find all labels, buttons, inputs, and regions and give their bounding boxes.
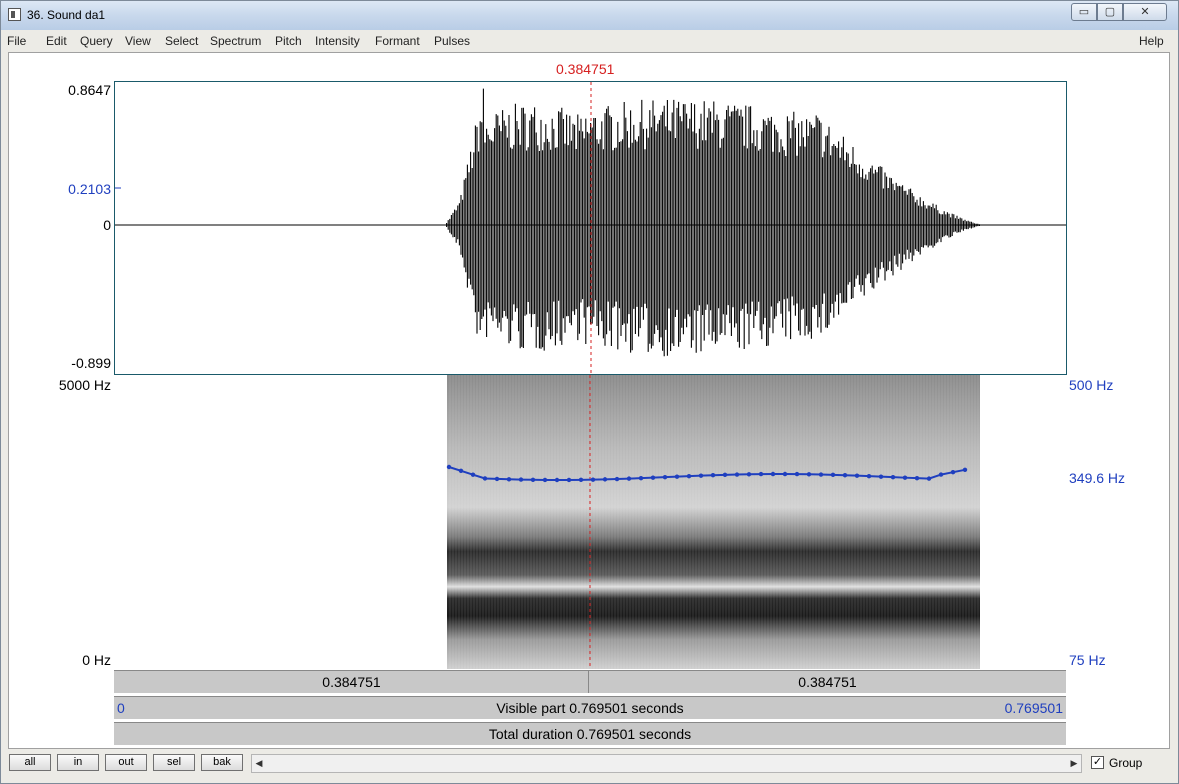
menu-pulses[interactable]: Pulses [434, 34, 470, 48]
pitch-point [458, 468, 464, 474]
pitch-point [866, 473, 872, 479]
pitch-point [938, 472, 944, 477]
pitch-point [698, 473, 704, 478]
pitch-point [830, 472, 836, 478]
pitch-point [530, 477, 536, 482]
zoom-sel-button[interactable]: sel [153, 754, 195, 771]
pitch-point [806, 472, 812, 477]
pitch-point [542, 477, 548, 483]
wave-max-label: 0.8647 [68, 82, 111, 98]
minimize-button[interactable]: ▭ [1071, 3, 1097, 21]
maximize-button[interactable]: ▢ [1097, 3, 1123, 21]
menu-view[interactable]: View [125, 34, 151, 48]
menu-file[interactable]: File [7, 34, 26, 48]
pitch-point [638, 475, 644, 481]
title-bar[interactable]: 36. Sound da1 ▭ ▢ ✕ [1, 1, 1178, 30]
menu-spectrum[interactable]: Spectrum [210, 34, 261, 48]
wave-min-label: -0.899 [71, 355, 111, 371]
zoom-in-button[interactable]: in [57, 754, 99, 771]
pitch-point [782, 471, 788, 477]
pitch-point [554, 477, 560, 483]
pitch-point [494, 476, 500, 482]
pitch-point [482, 476, 488, 481]
pitch-point [890, 474, 896, 480]
pitch-point [746, 472, 752, 477]
zoom-all-button[interactable]: all [9, 754, 51, 771]
selection-segments-bar: 0.384751 0.384751 [114, 670, 1066, 693]
total-duration-bar[interactable]: Total duration 0.769501 seconds [114, 722, 1066, 745]
waveform-plot [115, 82, 1066, 374]
pitch-point [770, 471, 776, 477]
pitch-point [506, 477, 512, 482]
spectrogram-bottom-label: 0 Hz [82, 652, 111, 668]
menu-query[interactable]: Query [80, 34, 113, 48]
menu-formant[interactable]: Formant [375, 34, 420, 48]
pitch-point [962, 467, 968, 472]
scroll-left-icon[interactable]: ◀ [252, 755, 266, 772]
menu-bar: File Edit Query View Select Spectrum Pit… [1, 30, 1178, 52]
pitch-point [686, 473, 692, 479]
wave-zero-label: 0 [103, 217, 111, 233]
window-title: 36. Sound da1 [27, 8, 106, 22]
waveform-panel[interactable] [114, 81, 1067, 375]
sound-editor-window: 36. Sound da1 ▭ ▢ ✕ File Edit Query View… [0, 0, 1179, 784]
waveform-trace [446, 88, 984, 357]
pitch-point [818, 472, 824, 477]
pitch-point [950, 470, 956, 475]
pitch-point [614, 476, 620, 482]
pitch-point [602, 477, 608, 482]
pitch-point [446, 464, 452, 470]
pitch-point [734, 472, 740, 477]
pitch-bottom-label: 75 Hz [1069, 652, 1106, 668]
menu-edit[interactable]: Edit [46, 34, 67, 48]
pitch-point [878, 474, 884, 479]
pitch-top-label: 500 Hz [1069, 377, 1114, 393]
menu-pitch[interactable]: Pitch [275, 34, 302, 48]
visible-part-label: Visible part 0.769501 seconds [496, 700, 684, 716]
total-duration-label: Total duration 0.769501 seconds [488, 726, 692, 742]
menu-help[interactable]: Help [1139, 34, 1164, 48]
pitch-point [710, 473, 716, 478]
menu-intensity[interactable]: Intensity [315, 34, 360, 48]
zoom-back-button[interactable]: bak [201, 754, 243, 771]
pitch-point [842, 473, 848, 478]
close-button[interactable]: ✕ [1123, 3, 1167, 21]
right-segment-duration[interactable]: 0.384751 [589, 674, 1066, 690]
pitch-point [470, 472, 476, 477]
pitch-point [722, 472, 728, 478]
pitch-point [914, 475, 920, 481]
pitch-point [518, 477, 524, 482]
group-checkbox[interactable]: ✓ [1091, 756, 1104, 769]
bottom-toolbar: all in out sel bak ◀ ▶ ✓ Group [1, 749, 1178, 783]
pitch-point [590, 477, 596, 482]
pitch-point [794, 471, 800, 477]
group-label: Group [1109, 756, 1143, 770]
cursor-time-label: 0.384751 [556, 61, 615, 77]
zoom-out-button[interactable]: out [105, 754, 147, 771]
scroll-right-icon[interactable]: ▶ [1067, 755, 1081, 772]
spectrogram-panel[interactable] [114, 375, 1067, 669]
visible-end-label: 0.769501 [1004, 700, 1063, 716]
wave-mark-label: 0.2103 [68, 181, 111, 197]
app-icon [8, 8, 21, 21]
pitch-point [578, 477, 584, 483]
pitch-value-label: 349.6 Hz [1069, 470, 1126, 486]
pitch-point [674, 474, 680, 479]
visible-part-bar[interactable]: 0 Visible part 0.769501 seconds 0.769501 [114, 696, 1066, 719]
pitch-point [758, 471, 764, 477]
pitch-point [854, 473, 860, 478]
pitch-point [662, 474, 668, 480]
pitch-point [902, 475, 908, 480]
spectrogram-plot [446, 375, 980, 669]
menu-select[interactable]: Select [165, 34, 198, 48]
horizontal-scrollbar[interactable]: ◀ ▶ [251, 754, 1082, 773]
spectrogram-top-label: 5000 Hz [58, 377, 111, 393]
pitch-point [650, 475, 656, 480]
pitch-point [926, 476, 932, 481]
pitch-point [626, 476, 632, 481]
pitch-point [566, 477, 572, 483]
left-segment-duration[interactable]: 0.384751 [114, 674, 589, 690]
